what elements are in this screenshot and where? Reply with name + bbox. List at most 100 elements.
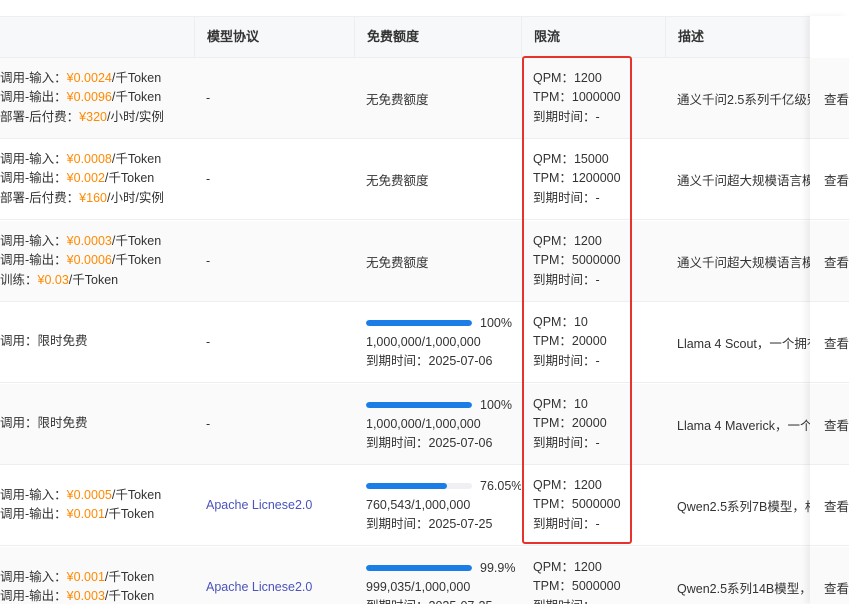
description-cell: 通义千问超大规模语言模 — [665, 139, 810, 219]
price-value: ¥0.0005 — [66, 487, 112, 502]
price-value: ¥0.001 — [66, 507, 105, 521]
protocol-cell: - — [194, 139, 354, 219]
limit-expire: 到期时间：- — [533, 435, 600, 450]
price-lines: 调用-输入：¥0.0024/千Token 调用-输出：¥0.0096/千Token… — [0, 69, 164, 128]
view-button[interactable]: 查看 — [824, 170, 849, 189]
header-rate-limit: 限流 — [521, 17, 665, 57]
price-line: 调用-输入：¥0.001/千Token — [0, 568, 154, 588]
view-button[interactable]: 查看 — [824, 578, 849, 597]
price-line: 调用-输入：¥0.0005/千Token — [0, 486, 161, 506]
price-unit: /千Token — [104, 171, 155, 186]
price-line: 调用-输出：¥0.0006/千Token — [0, 251, 161, 271]
progress-bar — [366, 483, 472, 489]
price-label: 部署-后付费： — [0, 109, 80, 124]
protocol-cell: - — [194, 221, 354, 301]
price-label: 调用-输入： — [0, 569, 67, 584]
description-cell: Qwen2.5系列14B模型， — [665, 547, 810, 604]
operation-cell: 查看 — [810, 221, 849, 302]
price-value: ¥0.0008 — [66, 151, 112, 166]
qpm-value: QPM：1200 — [533, 233, 602, 248]
protocol-link[interactable]: Apache Licnese2.0 — [206, 580, 312, 594]
quota-expire: 到期时间：2025-07-25 — [366, 597, 515, 604]
quota-amount: 1,000,000/1,000,000 — [366, 334, 481, 349]
tpm-value: TPM：20000 — [533, 416, 607, 431]
rate-limit-lines: QPM：1200 TPM：5000000 到期时间：- — [533, 558, 621, 604]
price-unit: /千Token — [111, 90, 162, 105]
price-value: ¥0.001 — [66, 569, 105, 584]
protocol-cell: - — [194, 58, 354, 138]
rate-limit-cell: QPM：1200 TPM：5000000 到期时间：- — [521, 465, 665, 545]
free-quota-cell: 76.05% 760,543/1,000,000 到期时间：2025-07-25 — [354, 465, 521, 545]
progress-line: 100% — [366, 314, 512, 333]
price-line: 调用：限时免费 — [0, 332, 88, 352]
price-line: 调用-输出：¥0.001/千Token — [0, 505, 161, 525]
view-button[interactable]: 查看 — [824, 333, 849, 352]
price-value: ¥0.0003 — [66, 233, 112, 248]
price-label: 部署-后付费： — [0, 190, 80, 205]
price-lines: 调用：限时免费 — [0, 414, 88, 434]
progress-bar — [366, 565, 472, 571]
price-lines: 调用-输入：¥0.001/千Token 调用-输出：¥0.003/千Token — [0, 568, 154, 604]
price-unit: /千Token — [68, 272, 119, 287]
progress-percent: 99.9% — [480, 560, 516, 575]
price-unit: /千Token — [111, 253, 162, 268]
price-line: 调用-输入：¥0.0003/千Token — [0, 232, 161, 252]
view-button[interactable]: 查看 — [824, 415, 849, 434]
quota-amount: 760,543/1,000,000 — [366, 497, 471, 512]
protocol-cell[interactable]: Apache Licnese2.0 — [194, 547, 354, 604]
price-label: 调用：限时免费 — [0, 416, 88, 431]
price-line: 调用：限时免费 — [0, 414, 88, 434]
progress-line: 99.9% — [366, 559, 515, 578]
view-button[interactable]: 查看 — [824, 496, 849, 515]
quota-expire: 到期时间：2025-07-25 — [366, 516, 493, 531]
price-unit: /千Token — [104, 507, 155, 521]
view-button[interactable]: 查看 — [824, 89, 849, 108]
free-quota-text: 无免费额度 — [366, 173, 429, 188]
price-unit: /小时/实例 — [106, 109, 164, 124]
price-line: 训练：¥0.03/千Token — [0, 271, 161, 291]
protocol-cell[interactable]: Apache Licnese2.0 — [194, 465, 354, 545]
limit-expire: 到期时间：- — [533, 272, 600, 287]
rate-limit-lines: QPM：1200 TPM：5000000 到期时间：- — [533, 232, 621, 291]
tpm-value: TPM：5000000 — [533, 497, 621, 512]
price-unit: /千Token — [111, 70, 162, 85]
price-value: ¥320 — [79, 109, 107, 124]
quota-expire: 到期时间：2025-07-06 — [366, 435, 493, 450]
price-cell: 调用-输入：¥0.0024/千Token 调用-输出：¥0.0096/千Token… — [0, 58, 194, 138]
progress-bar — [366, 320, 472, 326]
price-label: 训练： — [0, 272, 38, 287]
description-text: 通义千问2.5系列千亿级别 — [677, 92, 810, 107]
qpm-value: QPM：1200 — [533, 477, 602, 492]
table-row: 调用-输入：¥0.0024/千Token 调用-输出：¥0.0096/千Token… — [0, 58, 849, 139]
price-label: 调用-输入： — [0, 487, 67, 502]
protocol-text: - — [206, 335, 211, 349]
price-cell: 调用：限时免费 — [0, 384, 194, 464]
free-quota-cell: 99.9% 999,035/1,000,000 到期时间：2025-07-25 — [354, 547, 521, 604]
rate-limit-lines: QPM：1200 TPM：1000000 到期时间：- — [533, 69, 621, 128]
free-quota-progress: 99.9% 999,035/1,000,000 到期时间：2025-07-25 — [366, 559, 515, 604]
description-cell: 通义千问2.5系列千亿级别 — [665, 58, 810, 138]
tpm-value: TPM：20000 — [533, 334, 607, 349]
price-value: ¥0.0006 — [66, 253, 112, 268]
price-label: 调用-输出： — [0, 90, 67, 105]
price-value: ¥0.002 — [66, 171, 105, 186]
limit-expire: 到期时间：- — [533, 353, 600, 368]
protocol-link[interactable]: Apache Licnese2.0 — [206, 498, 312, 512]
qpm-value: QPM：10 — [533, 314, 588, 329]
price-unit: /千Token — [111, 151, 162, 166]
view-button[interactable]: 查看 — [824, 252, 849, 271]
price-line: 调用-输出：¥0.002/千Token — [0, 169, 164, 189]
free-quota-cell: 无免费额度 — [354, 221, 521, 301]
tpm-value: TPM：5000000 — [533, 579, 621, 594]
price-line: 调用-输出：¥0.003/千Token — [0, 587, 154, 604]
rate-limit-cell: QPM：10 TPM：20000 到期时间：- — [521, 302, 665, 382]
protocol-text: - — [206, 172, 211, 186]
free-quota-progress: 100% 1,000,000/1,000,000 到期时间：2025-07-06 — [366, 314, 512, 371]
progress-bar — [366, 402, 472, 408]
free-quota-cell: 100% 1,000,000/1,000,000 到期时间：2025-07-06 — [354, 384, 521, 464]
price-line: 调用-输出：¥0.0096/千Token — [0, 88, 164, 108]
price-unit: /小时/实例 — [106, 190, 164, 205]
rate-limit-cell: QPM：1200 TPM：5000000 到期时间：- — [521, 221, 665, 301]
protocol-text: - — [206, 417, 211, 431]
price-value: ¥0.003 — [66, 589, 105, 603]
